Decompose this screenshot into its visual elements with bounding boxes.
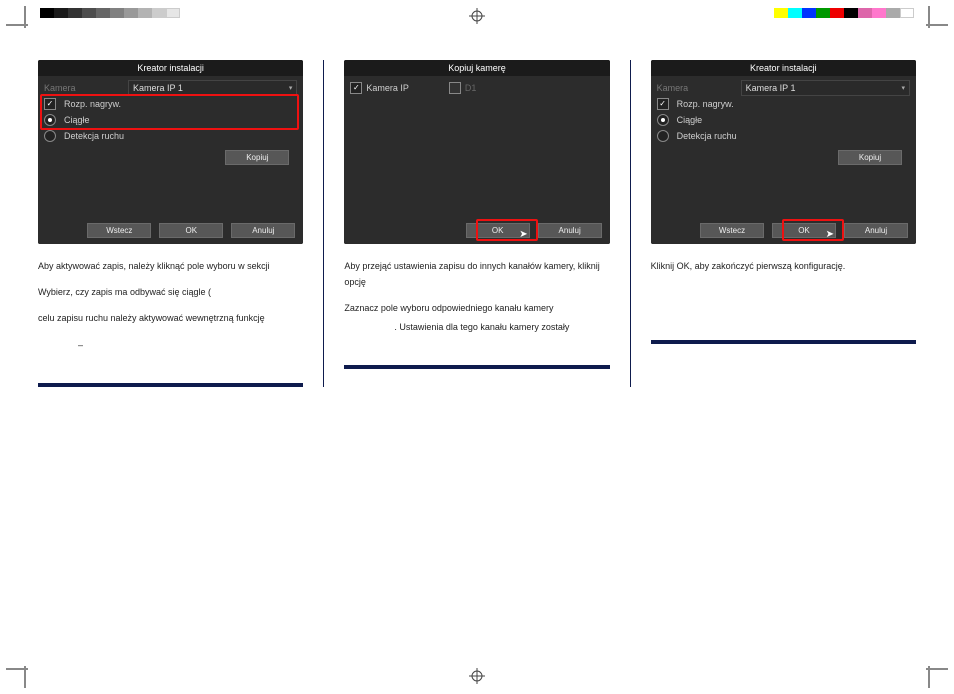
dialog-body: Kamera IP D1 (344, 76, 609, 151)
column-footer-bar (344, 365, 609, 369)
cancel-button[interactable]: Anuluj (538, 223, 602, 238)
cancel-button[interactable]: Anuluj (231, 223, 295, 238)
camera-dropdown[interactable]: Kamera IP 1 ▾ (741, 80, 910, 96)
chevron-down-icon: ▾ (901, 84, 905, 92)
page-content: Kreator instalacji Kamera Kamera IP 1 ▾ … (0, 0, 954, 417)
d1-group[interactable]: D1 (449, 82, 477, 94)
camera-row: Kamera Kamera IP 1 ▾ (657, 80, 910, 96)
desc-line-3: . Ustawienia dla tego kanału kamery zost… (344, 319, 603, 335)
radio-motion[interactable] (657, 130, 669, 142)
desc-line-1: Aby aktywować zapis, należy kliknąć pole… (38, 258, 297, 274)
copy-button[interactable]: Kopiuj (225, 150, 289, 165)
motion-row[interactable]: Detekcja ruchu (657, 128, 910, 144)
registration-bar-bottom (0, 668, 954, 686)
column-separator (323, 60, 324, 387)
ok-button[interactable]: OK (159, 223, 223, 238)
camera-ip-label: Kamera IP (366, 83, 409, 93)
radio-motion[interactable] (44, 130, 56, 142)
desc-dash: – (38, 337, 297, 353)
continuous-label: Ciągłe (677, 115, 703, 125)
registration-bar-top (0, 8, 954, 26)
cursor-icon: ➤ (519, 229, 527, 240)
desc-line-2: Zaznacz pole wyboru odpowiedniego kanału… (344, 300, 603, 316)
column-middle: Kopiuj kamerę Kamera IP D1 OK Anuluj (344, 60, 609, 387)
color-swatches (774, 8, 914, 18)
description-left: Aby aktywować zapis, należy kliknąć pole… (38, 258, 303, 387)
highlight-box-ok (782, 219, 844, 241)
camera-label: Kamera (657, 83, 737, 93)
radio-continuous[interactable] (657, 114, 669, 126)
column-footer-bar (38, 383, 303, 387)
dialog-copy-camera: Kopiuj kamerę Kamera IP D1 OK Anuluj (344, 60, 609, 244)
highlight-box-ok (476, 219, 538, 241)
chevron-down-icon: ▾ (289, 84, 293, 92)
description-middle: Aby przejąć ustawienia zapisu do innych … (344, 258, 609, 369)
registration-target-bottom (469, 668, 485, 686)
desc-line-2: Wybierz, czy zapis ma odbywać się ciągle… (38, 284, 297, 300)
copy-button[interactable]: Kopiuj (838, 150, 902, 165)
highlight-box-recording (40, 94, 299, 130)
motion-row[interactable]: Detekcja ruchu (44, 128, 297, 144)
start-recording-label: Rozp. nagryw. (677, 99, 734, 109)
cancel-button[interactable]: Anuluj (844, 223, 908, 238)
motion-label: Detekcja ruchu (64, 131, 124, 141)
registration-target-top (469, 8, 485, 26)
column-footer-bar (651, 340, 916, 344)
dialog-body: Kamera Kamera IP 1 ▾ Rozp. nagryw. Ciągł… (651, 76, 916, 169)
dialog-wizard-right: Kreator instalacji Kamera Kamera IP 1 ▾ … (651, 60, 916, 244)
dialog-title: Kreator instalacji (38, 60, 303, 76)
camera-label: Kamera (44, 83, 124, 93)
dialog-wizard-left: Kreator instalacji Kamera Kamera IP 1 ▾ … (38, 60, 303, 244)
continuous-row[interactable]: Ciągłe (657, 112, 910, 128)
checkbox-camera-ip[interactable] (350, 82, 362, 94)
dialog-title: Kopiuj kamerę (344, 60, 609, 76)
desc-line-1: Kliknij OK, aby zakończyć pierwszą konfi… (651, 258, 910, 274)
camera-ip-group[interactable]: Kamera IP (350, 82, 409, 94)
desc-line-3: celu zapisu ruchu należy aktywować wewnę… (38, 310, 297, 326)
description-right: Kliknij OK, aby zakończyć pierwszą konfi… (651, 258, 916, 344)
start-recording-row[interactable]: Rozp. nagryw. (657, 96, 910, 112)
column-left: Kreator instalacji Kamera Kamera IP 1 ▾ … (38, 60, 303, 387)
dialog-body: Kamera Kamera IP 1 ▾ Rozp. nagryw. Ciągł… (38, 76, 303, 169)
desc-line-1: Aby przejąć ustawienia zapisu do innych … (344, 258, 603, 290)
dialog-buttons: OK Anuluj ➤ (344, 217, 609, 244)
camera-value: Kamera IP 1 (133, 83, 183, 93)
camera-ip-row: Kamera IP D1 (350, 80, 603, 96)
column-separator (630, 60, 631, 387)
back-button[interactable]: Wstecz (87, 223, 151, 238)
cursor-icon: ➤ (826, 229, 834, 240)
checkbox-d1[interactable] (449, 82, 461, 94)
dialog-buttons: Wstecz OK Anuluj ➤ (651, 217, 916, 244)
d1-label: D1 (465, 83, 477, 93)
motion-label: Detekcja ruchu (677, 131, 737, 141)
checkbox-start-recording[interactable] (657, 98, 669, 110)
camera-value: Kamera IP 1 (746, 83, 796, 93)
grayscale-swatches (40, 8, 180, 18)
dialog-title: Kreator instalacji (651, 60, 916, 76)
column-right: Kreator instalacji Kamera Kamera IP 1 ▾ … (651, 60, 916, 387)
back-button[interactable]: Wstecz (700, 223, 764, 238)
dialog-buttons: Wstecz OK Anuluj (38, 217, 303, 244)
